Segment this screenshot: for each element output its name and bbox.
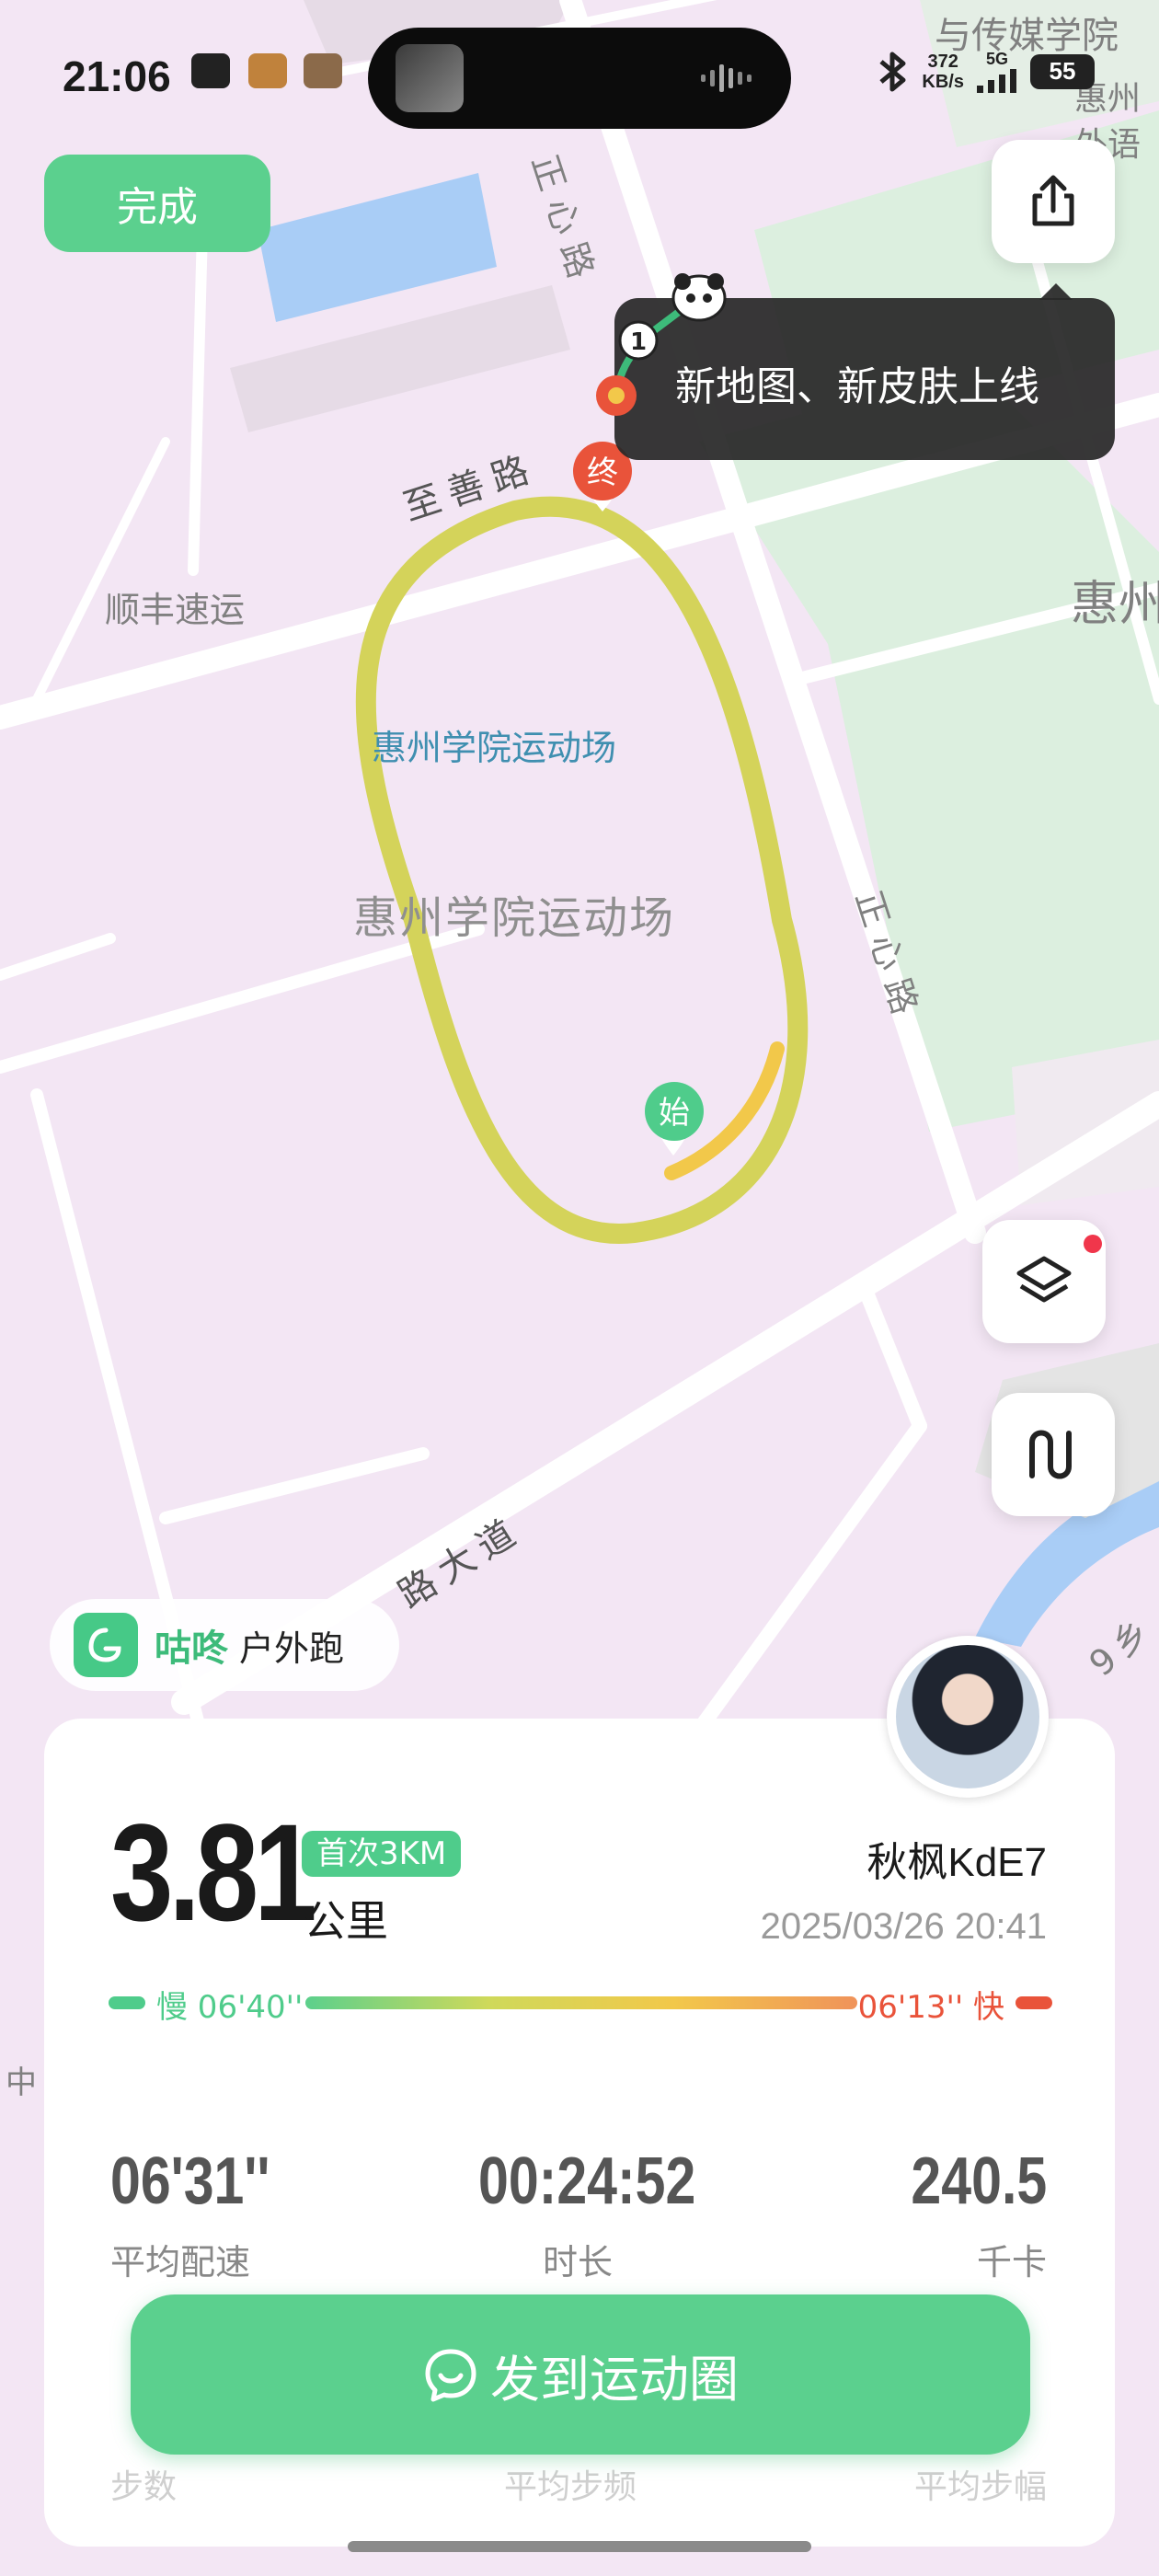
first-3km-badge: 首次3KM bbox=[302, 1831, 462, 1877]
map-label-stadium-grey: 惠州学院运动场 bbox=[353, 892, 676, 944]
svg-text:始: 始 bbox=[659, 1095, 690, 1132]
duration-label: 时长 bbox=[543, 2242, 614, 2283]
layers-icon bbox=[1016, 1256, 1072, 1303]
avatar-image bbox=[896, 1645, 1039, 1788]
route-icon bbox=[1029, 1430, 1072, 1479]
workout-datetime: 2025/03/26 20:41 bbox=[760, 1906, 1047, 1947]
map-label-huizhou-right: 惠州 bbox=[1071, 577, 1159, 632]
network-type: 5G bbox=[985, 50, 1008, 68]
game2-app-icon bbox=[304, 53, 342, 88]
avg-pace-label: 平均配速 bbox=[110, 2242, 251, 2283]
notification-dot bbox=[1084, 1235, 1102, 1253]
pace-fast-dot bbox=[1016, 1996, 1052, 2009]
status-right: 372 KB/s 5G 55 bbox=[878, 50, 1095, 93]
stride-label: 平均步幅 bbox=[913, 2468, 1047, 2506]
map-label-stadium-blue: 惠州学院运动场 bbox=[372, 728, 617, 768]
calories-value: 240.5 bbox=[911, 2145, 1047, 2218]
game-app-icon bbox=[248, 53, 287, 88]
route-toggle-button[interactable] bbox=[992, 1393, 1115, 1516]
pace-slow-dot bbox=[109, 1996, 145, 2009]
svg-text:1: 1 bbox=[630, 328, 647, 356]
codoon-logo-icon bbox=[74, 1613, 138, 1677]
bluetooth-icon bbox=[879, 52, 906, 91]
home-indicator[interactable] bbox=[348, 2541, 811, 2552]
net-speed: 372 KB/s bbox=[922, 51, 964, 92]
chat-smile-icon bbox=[425, 2349, 476, 2402]
tooltip-mascot-icon: 1 bbox=[596, 273, 727, 416]
post-button-label: 发到运动圈 bbox=[490, 2350, 739, 2409]
duration-value: 00:24:52 bbox=[478, 2145, 696, 2218]
pace-gradient bbox=[305, 1996, 857, 2009]
calories-label: 千卡 bbox=[976, 2242, 1047, 2283]
tooltip-arrow bbox=[1039, 283, 1073, 300]
map-label-sf-express: 顺丰速运 bbox=[105, 590, 246, 630]
activity-type: 户外跑 bbox=[239, 1627, 345, 1669]
status-bar: 21:06 372 KB/s 5G 55 bbox=[0, 0, 1159, 156]
pace-range-bar: 慢 06'40'' 06'13'' 快 bbox=[109, 1974, 1052, 2030]
audio-wave-icon bbox=[701, 64, 752, 92]
svg-text:终: 终 bbox=[587, 454, 618, 491]
signal: 5G bbox=[977, 50, 1017, 93]
distance-value: 3.81 bbox=[110, 1795, 317, 1949]
signal-icon bbox=[977, 69, 1016, 93]
panda-app-icon bbox=[191, 53, 230, 88]
app-brand: 咕咚 bbox=[155, 1627, 228, 1670]
map-layers-button[interactable] bbox=[982, 1220, 1106, 1343]
avatar[interactable] bbox=[887, 1636, 1049, 1798]
media-thumbnail bbox=[396, 44, 464, 112]
pace-slow-label: 慢 06'40'' bbox=[156, 1989, 304, 2026]
distance-unit: 公里 bbox=[304, 1896, 388, 1946]
post-to-feed-button[interactable]: 发到运动圈 bbox=[131, 2294, 1030, 2455]
status-time: 21:06 bbox=[63, 52, 171, 100]
share-icon bbox=[1032, 175, 1074, 226]
app-tag: 咕咚 户外跑 bbox=[50, 1599, 399, 1691]
dynamic-island[interactable] bbox=[368, 28, 791, 129]
map-label-left: 中 bbox=[6, 2064, 37, 2101]
pace-fast-label: 06'13'' 快 bbox=[857, 1989, 1004, 2026]
cadence-label: 平均步频 bbox=[504, 2468, 637, 2506]
done-button[interactable]: 完成 bbox=[44, 155, 270, 252]
share-button[interactable] bbox=[992, 140, 1115, 263]
avg-pace-value: 06'31'' bbox=[110, 2145, 270, 2218]
battery-icon: 55 bbox=[1030, 53, 1095, 89]
username: 秋枫KdE7 bbox=[866, 1840, 1047, 1885]
steps-label: 步数 bbox=[110, 2468, 178, 2506]
